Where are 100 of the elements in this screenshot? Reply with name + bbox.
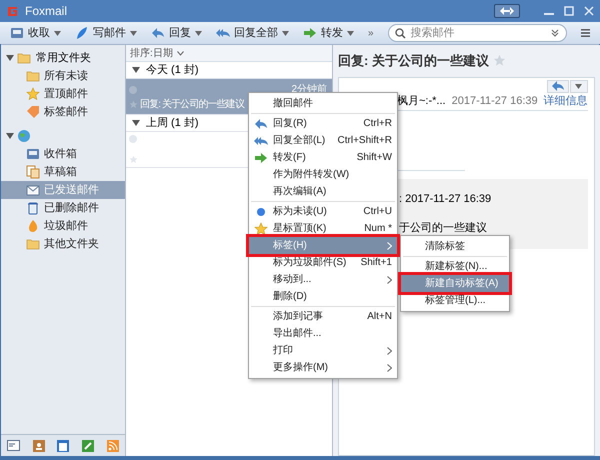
menu-item[interactable]: 标为未读(U) Ctrl+U bbox=[249, 203, 397, 220]
folder-icon bbox=[26, 69, 40, 83]
expanded-triangle-icon[interactable] bbox=[132, 119, 140, 127]
message-title: 回复: 关于公司的一些建议 bbox=[338, 52, 489, 70]
folder-item[interactable]: 其他文件夹 bbox=[1, 235, 125, 253]
caret-down-icon bbox=[130, 30, 137, 36]
menu-item[interactable]: 打印 bbox=[249, 342, 397, 359]
menu-item-label: 星标置顶(K) bbox=[273, 222, 328, 236]
folder-group-label[interactable]: 常用文件夹 bbox=[36, 50, 91, 66]
menu-item[interactable]: 回复(R) Ctrl+R bbox=[249, 115, 397, 132]
close-icon[interactable] bbox=[584, 6, 594, 16]
envelope-icon bbox=[26, 183, 40, 197]
folder-item[interactable]: 已删除邮件 bbox=[1, 199, 125, 217]
calendar-icon[interactable] bbox=[57, 440, 70, 452]
menu-item[interactable]: 新建标签(N)... bbox=[401, 258, 509, 275]
right-arrow-icon bbox=[254, 151, 268, 165]
menu-item[interactable]: 标签管理(L)... bbox=[401, 292, 509, 309]
folder-item[interactable]: 草稿箱 bbox=[1, 163, 125, 181]
shortcut-text: Alt+N bbox=[367, 310, 392, 324]
details-link[interactable]: 详细信息 bbox=[544, 92, 588, 110]
shortcut-text: Ctrl+R bbox=[363, 117, 392, 131]
reply-arrow-icon bbox=[254, 117, 268, 131]
date-group-label[interactable]: 上周 (1 封) bbox=[146, 114, 199, 132]
star-icon bbox=[26, 87, 40, 101]
expanded-triangle-icon[interactable] bbox=[6, 54, 14, 62]
chevron-down-icon bbox=[176, 50, 184, 56]
menu-item-label: 更多操作(M) bbox=[273, 361, 329, 375]
menu-item-label: 回复(R) bbox=[273, 117, 308, 131]
tag-icon bbox=[26, 105, 40, 119]
menu-icon[interactable] bbox=[580, 28, 590, 38]
folder-item[interactable]: 标签邮件 bbox=[1, 103, 125, 121]
contact-card-icon[interactable] bbox=[32, 440, 45, 452]
maximize-icon[interactable] bbox=[564, 6, 574, 16]
toolbar-button[interactable]: 回复全部 bbox=[216, 24, 289, 42]
folder-item[interactable]: 所有未读 bbox=[1, 67, 125, 85]
menu-item[interactable]: 添加到记事 Alt+N bbox=[249, 308, 397, 325]
message-date: 2017-11-27 16:39 bbox=[452, 94, 538, 109]
menu-item[interactable]: 作为附件转发(W) bbox=[249, 166, 397, 183]
feather-icon bbox=[75, 26, 89, 40]
menu-item-label: 再次编辑(A) bbox=[273, 184, 328, 199]
dropdown-button[interactable] bbox=[570, 80, 588, 92]
star-icon[interactable] bbox=[129, 100, 138, 109]
pages-icon bbox=[26, 165, 40, 179]
double-chevron-down-icon[interactable] bbox=[550, 29, 558, 37]
star-icon bbox=[254, 222, 268, 236]
menu-item-label: 撤回邮件 bbox=[273, 96, 314, 111]
toolbar-button[interactable]: 转发 bbox=[303, 24, 354, 42]
envelope-icon[interactable] bbox=[7, 440, 20, 451]
menu-item[interactable]: 移动到... bbox=[249, 271, 397, 288]
reply-arrow-icon bbox=[151, 26, 165, 40]
folder-item[interactable]: 垃圾邮件 bbox=[1, 217, 125, 235]
toolbar-button[interactable]: 收取 bbox=[10, 24, 61, 42]
search-field[interactable]: 搜索邮件 bbox=[388, 24, 566, 42]
star-icon[interactable] bbox=[492, 54, 506, 68]
toolbar-button[interactable]: 回复 bbox=[151, 24, 202, 42]
menu-item[interactable]: 标为垃圾邮件(S) Shift+1 bbox=[249, 254, 397, 271]
tray-icon bbox=[26, 147, 40, 161]
message-subject: 回复: 关于公司的一些建议 bbox=[140, 98, 244, 112]
folder-icon bbox=[17, 51, 31, 65]
star-icon[interactable] bbox=[129, 155, 138, 164]
caret-down-icon bbox=[195, 30, 202, 36]
menu-item[interactable]: 删除(D) bbox=[249, 288, 397, 305]
menu-item[interactable]: 再次编辑(A) bbox=[249, 183, 397, 200]
more-tools-text[interactable]: » bbox=[368, 26, 374, 40]
bin-icon bbox=[26, 201, 40, 215]
rss-icon[interactable] bbox=[106, 440, 119, 452]
menu-item-label: 标签管理(L)... bbox=[425, 294, 487, 308]
menu-item-label: 回复全部(L) bbox=[273, 134, 326, 148]
menu-item-label: 添加到记事 bbox=[273, 310, 324, 324]
shortcut-text: Ctrl+Shift+R bbox=[338, 134, 392, 148]
menu-item-label: 作为附件转发(W) bbox=[273, 168, 350, 182]
menu-item-label: 新建标签(N)... bbox=[425, 260, 488, 274]
menu-item-label: 移动到... bbox=[273, 273, 312, 287]
expanded-triangle-icon[interactable] bbox=[6, 132, 14, 140]
menu-item[interactable]: 回复全部(L) Ctrl+Shift+R bbox=[249, 132, 397, 149]
window-title: Foxmail bbox=[25, 3, 68, 20]
caret-down-icon bbox=[347, 30, 354, 36]
date-group-label[interactable]: 今天 (1 封) bbox=[146, 62, 199, 78]
menu-item-label: 删除(D) bbox=[273, 290, 308, 304]
menu-item[interactable]: 导出邮件... bbox=[249, 325, 397, 342]
flame-icon bbox=[26, 219, 40, 233]
folder-item[interactable]: 置顶邮件 bbox=[1, 85, 125, 103]
expanded-triangle-icon[interactable] bbox=[132, 66, 140, 74]
menu-item[interactable]: 转发(F) Shift+W bbox=[249, 149, 397, 166]
note-icon[interactable] bbox=[82, 440, 94, 452]
folder-icon bbox=[26, 237, 40, 251]
menu-item[interactable]: 星标置顶(K) Num * bbox=[249, 220, 397, 237]
shortcut-text: Num * bbox=[364, 222, 392, 236]
menu-item-label: 标为未读(U) bbox=[273, 204, 328, 219]
reply-button[interactable] bbox=[546, 80, 569, 92]
double-arrow-icon bbox=[500, 7, 514, 15]
menu-item[interactable]: 更多操作(M) bbox=[249, 359, 397, 376]
menu-item-label: 标为垃圾邮件(S) bbox=[273, 256, 348, 270]
layout-toggle-button[interactable] bbox=[494, 4, 520, 18]
shortcut-text: Ctrl+U bbox=[363, 205, 392, 219]
toolbar-button[interactable]: 写邮件 bbox=[75, 24, 137, 42]
folder-item[interactable]: 收件箱 bbox=[1, 145, 125, 163]
shortcut-text: Shift+W bbox=[356, 151, 392, 165]
menu-item[interactable]: 清除标签 bbox=[401, 238, 509, 255]
shortcut-text: Shift+1 bbox=[360, 256, 392, 270]
